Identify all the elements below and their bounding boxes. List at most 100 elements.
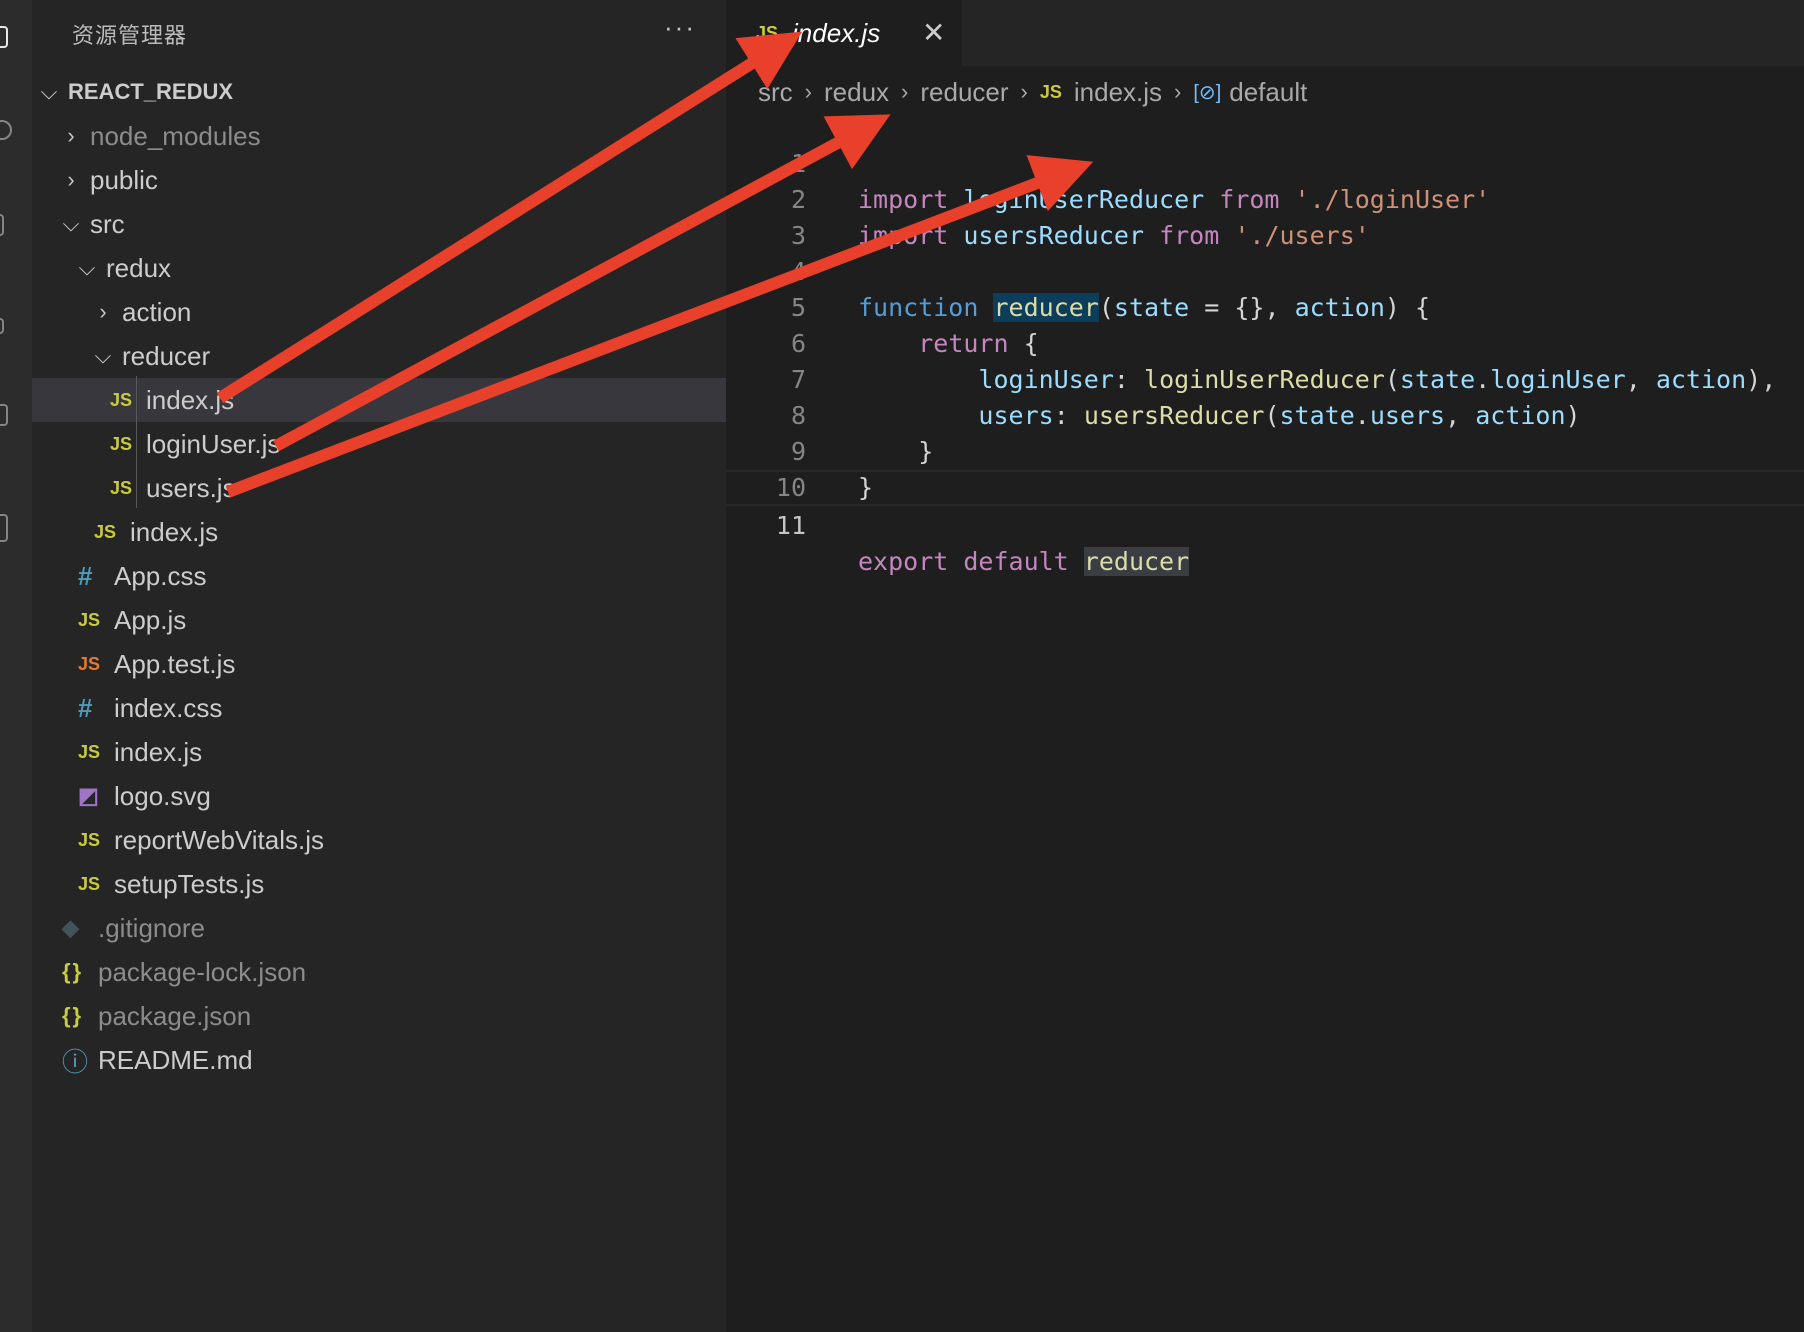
run-debug-icon[interactable]: [0, 318, 4, 334]
breadcrumb: src › redux › reducer › JS index.js › [⊘…: [758, 72, 1307, 112]
js-file-icon: JS: [78, 873, 101, 894]
item-label: package.json: [98, 1000, 252, 1031]
code-line: 7 users: usersReducer(state.users, actio…: [726, 326, 1804, 430]
item-label: index.js: [146, 384, 235, 415]
explorer-title: 资源管理器: [72, 23, 188, 48]
js-file-icon: JS: [756, 22, 779, 43]
js-file-icon: JS: [1039, 81, 1062, 102]
tab-label: index.js: [792, 17, 881, 48]
explorer-icon[interactable]: [0, 26, 8, 48]
tab-bar: JS index.js ✕: [726, 0, 1804, 66]
item-label: package-lock.json: [98, 956, 307, 987]
folder-item[interactable]: ⌵ reducer: [32, 334, 726, 378]
json-file-icon: {}: [62, 959, 84, 984]
info-file-icon: ⓘ: [62, 1046, 89, 1077]
code-line-current: 11 export default reducer: [726, 470, 1804, 576]
file-item[interactable]: JS setupTests.js: [32, 862, 726, 906]
tab-index-js[interactable]: JS index.js ✕: [726, 0, 962, 66]
folder-item[interactable]: ⌵ redux: [32, 246, 726, 290]
item-label: public: [90, 164, 158, 195]
extensions-icon[interactable]: [0, 404, 8, 426]
item-label: action: [122, 296, 192, 327]
folder-item[interactable]: ⌵ src: [32, 202, 726, 246]
item-label: users.js: [146, 472, 236, 503]
file-item[interactable]: ◩ logo.svg: [32, 774, 726, 818]
test-file-icon: JS: [78, 653, 101, 674]
js-file-icon: JS: [78, 609, 101, 630]
item-label: .gitignore: [98, 912, 205, 943]
chevron-right-icon: ›: [67, 123, 75, 148]
file-item[interactable]: # index.css: [32, 686, 726, 730]
line-number: 11: [775, 511, 806, 540]
code-line: 8 }: [726, 362, 1804, 466]
item-label: index.css: [114, 692, 223, 723]
chevron-down-icon: ⌵: [78, 255, 96, 280]
item-label: App.test.js: [114, 648, 236, 679]
search-icon[interactable]: [0, 120, 12, 140]
item-label: index.js: [130, 516, 219, 547]
chevron-down-icon: ⌵: [94, 343, 112, 368]
item-label: reportWebVitals.js: [114, 824, 325, 855]
item-label: README.md: [98, 1044, 253, 1075]
git-file-icon: ◆: [62, 915, 79, 940]
file-item[interactable]: JS index.js: [32, 730, 726, 774]
chevron-down-icon: ⌵: [62, 211, 80, 236]
breadcrumb-redux[interactable]: redux: [824, 77, 889, 108]
chevron-right-icon: ›: [99, 299, 107, 324]
explorer-sidebar: 资源管理器 ··· ⌵ REACT_REDUX › node_modules › publ…: [32, 0, 726, 1332]
remote-explorer-icon[interactable]: [0, 514, 8, 542]
chevron-right-icon: ›: [804, 79, 812, 104]
item-label: src: [90, 208, 125, 239]
item-label: App.js: [114, 604, 187, 635]
source-control-icon[interactable]: [0, 214, 4, 236]
indent-guide: [136, 376, 137, 508]
css-file-icon: #: [78, 560, 93, 591]
file-item[interactable]: JS App.test.js: [32, 642, 726, 686]
item-label: logo.svg: [114, 780, 211, 811]
breadcrumb-file[interactable]: index.js: [1074, 77, 1162, 108]
item-label: redux: [106, 252, 172, 283]
folder-item[interactable]: › node_modules: [32, 114, 726, 158]
code-line: 4 function reducer(state = {}, action) {: [726, 218, 1804, 322]
item-label: index.js: [114, 736, 203, 767]
breadcrumb-symbol[interactable]: default: [1229, 77, 1307, 108]
item-label: App.css: [114, 560, 207, 591]
code-line: 9 }: [726, 398, 1804, 502]
js-file-icon: JS: [110, 477, 133, 498]
css-file-icon: #: [78, 692, 93, 723]
file-item[interactable]: JS App.js: [32, 598, 726, 642]
folder-item[interactable]: › public: [32, 158, 726, 202]
json-file-icon: {}: [62, 1003, 84, 1028]
file-item[interactable]: JS index.js: [32, 510, 726, 554]
js-file-icon: JS: [94, 521, 117, 542]
file-item[interactable]: ⓘ README.md: [32, 1038, 726, 1082]
item-label: setupTests.js: [114, 868, 265, 899]
code-line: 10: [726, 434, 1804, 502]
folder-item[interactable]: › action: [32, 290, 726, 334]
file-item[interactable]: JS reportWebVitals.js: [32, 818, 726, 862]
breadcrumb-reducer[interactable]: reducer: [920, 77, 1008, 108]
js-file-icon: JS: [78, 829, 101, 850]
file-item[interactable]: {} package-lock.json: [32, 950, 726, 994]
editor-area: JS index.js ✕ src › redux › reducer › JS…: [726, 0, 1804, 1332]
item-label: REACT_REDUX: [68, 79, 234, 104]
svg-file-icon: ◩: [78, 783, 99, 808]
file-item[interactable]: {} package.json: [32, 994, 726, 1038]
chevron-right-icon: ›: [1020, 79, 1028, 104]
close-icon[interactable]: ✕: [922, 16, 945, 49]
code-line: 1 import loginUserReducer from './loginU…: [726, 110, 1804, 214]
file-item[interactable]: ◆ .gitignore: [32, 906, 726, 950]
code-line: 5 return {: [726, 254, 1804, 358]
more-actions-icon[interactable]: ···: [664, 12, 696, 43]
file-item[interactable]: # App.css: [32, 554, 726, 598]
symbol-variable-icon: [⊘]: [1193, 81, 1222, 104]
workspace-root[interactable]: ⌵ REACT_REDUX: [32, 70, 726, 114]
chevron-right-icon: ›: [67, 167, 75, 192]
code-line: 3: [726, 182, 1804, 250]
item-label: node_modules: [90, 120, 261, 151]
chevron-right-icon: ›: [1174, 79, 1182, 104]
breadcrumb-src[interactable]: src: [758, 77, 793, 108]
code-line: 2 import usersReducer from './users': [726, 146, 1804, 250]
code-line: 6 loginUser: loginUserReducer(state.logi…: [726, 290, 1804, 394]
js-file-icon: JS: [78, 741, 101, 762]
